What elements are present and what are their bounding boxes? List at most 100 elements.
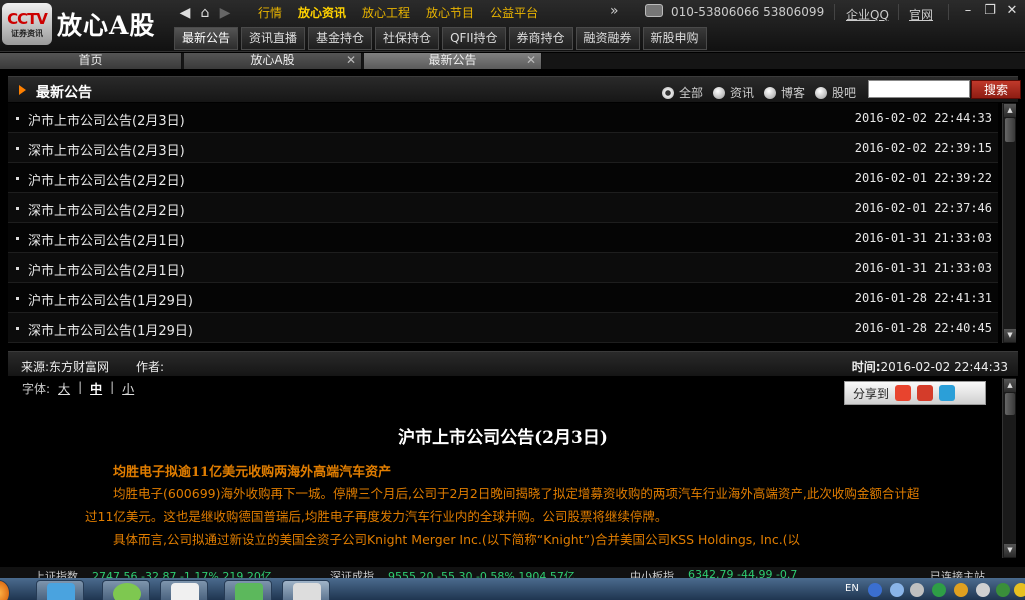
menu-item-project[interactable]: 放心工程 — [362, 4, 410, 21]
detail-header: 来源:东方财富网 作者: 时间:2016-02-02 22:44:33 — [8, 351, 1018, 376]
filter-forum[interactable]: 股吧 — [815, 84, 856, 101]
subtab-margin-trading[interactable]: 融资融券 — [575, 27, 640, 50]
filter-blog[interactable]: 博客 — [764, 84, 805, 101]
notice-title[interactable]: 沪市上市公司公告(2月2日) — [28, 170, 185, 189]
enterprise-qq-link[interactable]: 企业QQ — [846, 6, 889, 23]
start-button-icon[interactable] — [0, 580, 10, 600]
list-item[interactable]: 深市上市公司公告(1月29日) 2016-01-28 22:40:45 — [8, 313, 998, 343]
close-tab-icon[interactable]: ✕ — [346, 53, 356, 68]
cctv-logo: CCTV 证券资讯 — [2, 3, 52, 45]
font-size-large[interactable]: 大 — [58, 380, 70, 397]
taskbar-app[interactable] — [160, 580, 208, 600]
qzone-share-icon[interactable] — [939, 385, 956, 401]
taskbar-app-active[interactable] — [282, 580, 330, 600]
list-item[interactable]: 沪市上市公司公告(2月2日) 2016-02-01 22:39:22 — [8, 163, 998, 193]
radio-icon[interactable] — [764, 86, 777, 99]
filter-news[interactable]: 资讯 — [713, 84, 754, 101]
article-scrollbar[interactable]: ▲ ▼ — [1002, 378, 1016, 558]
page-tab-home[interactable]: 首页 — [0, 53, 182, 69]
search-input[interactable] — [868, 80, 970, 98]
list-item[interactable]: 深市上市公司公告(2月2日) 2016-02-01 22:37:46 — [8, 193, 998, 223]
main-menu: 行情 放心资讯 放心工程 放心节目 公益平台 — [258, 4, 554, 21]
subtab-news-live[interactable]: 资讯直播 — [241, 27, 306, 50]
article-author: 作者: — [136, 360, 165, 374]
cctv-app-icon — [293, 583, 321, 600]
notice-title[interactable]: 深市上市公司公告(1月29日) — [28, 320, 193, 339]
filter-all[interactable]: 全部 — [662, 84, 703, 101]
weibo-share-icon[interactable] — [895, 385, 912, 401]
font-size-medium[interactable]: 中 — [90, 380, 102, 397]
renren-share-icon[interactable] — [917, 385, 934, 401]
time-value: 2016-02-02 22:44:33 — [880, 360, 1008, 374]
radio-icon[interactable] — [662, 86, 674, 99]
notice-title[interactable]: 深市上市公司公告(2月1日) — [28, 230, 185, 249]
more-menu-icon[interactable]: » — [610, 3, 619, 19]
tray-icon[interactable] — [910, 583, 924, 597]
divider: | — [110, 380, 115, 394]
subtab-latest-notices[interactable]: 最新公告 — [174, 27, 239, 50]
subtab-broker-holdings[interactable]: 券商持仓 — [508, 27, 573, 50]
notice-title[interactable]: 深市上市公司公告(2月2日) — [28, 200, 185, 219]
close-tab-icon[interactable]: ✕ — [526, 53, 536, 68]
filter-label: 资讯 — [730, 86, 755, 100]
list-item[interactable]: 沪市上市公司公告(2月3日) 2016-02-02 22:44:33 — [8, 103, 998, 133]
tray-icon[interactable] — [890, 583, 904, 597]
help-icon[interactable] — [868, 583, 882, 597]
list-item[interactable]: 深市上市公司公告(2月1日) 2016-01-31 21:33:03 — [8, 223, 998, 253]
list-item[interactable]: 深市上市公司公告(2月3日) 2016-02-02 22:39:15 — [8, 133, 998, 163]
input-language[interactable]: EN — [845, 583, 859, 594]
scroll-down-arrow-icon[interactable]: ▼ — [1004, 329, 1016, 342]
official-site-link[interactable]: 官网 — [909, 6, 933, 23]
font-size-small[interactable]: 小 — [122, 380, 134, 397]
subtab-social-security-holdings[interactable]: 社保持仓 — [375, 27, 440, 50]
menu-item-quotes[interactable]: 行情 — [258, 4, 282, 21]
menu-item-news[interactable]: 放心资讯 — [298, 4, 346, 21]
scroll-thumb[interactable] — [1005, 118, 1015, 142]
restore-icon[interactable]: ❐ — [981, 3, 999, 19]
scroll-thumb[interactable] — [1005, 393, 1015, 415]
taskbar-app[interactable] — [36, 580, 84, 600]
list-item[interactable]: 沪市上市公司公告(2月1日) 2016-01-31 21:33:03 — [8, 253, 998, 283]
page-tab-label: 首页 — [78, 53, 103, 67]
article-subheading: 均胜电子拟逾11亿美元收购两海外高端汽车资产 — [113, 465, 392, 480]
os-taskbar: EN — [0, 578, 1025, 600]
subtab-ipo-subscription[interactable]: 新股申购 — [642, 27, 707, 50]
time-label: 时间: — [851, 360, 881, 374]
list-scrollbar[interactable]: ▲ ▼ — [1002, 103, 1016, 343]
radio-icon[interactable] — [815, 86, 828, 99]
close-icon[interactable]: ✕ — [1003, 3, 1021, 19]
filter-label: 全部 — [679, 86, 704, 100]
notice-title[interactable]: 沪市上市公司公告(1月29日) — [28, 290, 193, 309]
subtab-fund-holdings[interactable]: 基金持仓 — [308, 27, 373, 50]
notice-title[interactable]: 深市上市公司公告(2月3日) — [28, 140, 185, 159]
back-arrow-icon[interactable]: ◀ — [175, 3, 195, 23]
notice-title[interactable]: 沪市上市公司公告(2月3日) — [28, 110, 185, 129]
taskbar-app[interactable] — [102, 580, 150, 600]
page-tab-label: 最新公告 — [428, 53, 477, 67]
radio-icon[interactable] — [713, 86, 726, 99]
search-button[interactable]: 搜索 — [971, 80, 1021, 99]
page-tab-fangxin-a-shares[interactable]: 放心A股 ✕ — [184, 53, 362, 69]
page-tab-latest-notices[interactable]: 最新公告 ✕ — [364, 53, 542, 69]
divider — [948, 4, 949, 20]
menu-item-charity[interactable]: 公益平台 — [490, 4, 538, 21]
tray-icon[interactable] — [976, 583, 990, 597]
minimize-icon[interactable]: – — [959, 3, 977, 19]
tray-icon[interactable] — [996, 583, 1010, 597]
tray-icon[interactable] — [1014, 583, 1025, 597]
scroll-up-arrow-icon[interactable]: ▲ — [1004, 104, 1016, 117]
list-item[interactable]: 沪市上市公司公告(1月29日) 2016-01-28 22:41:31 — [8, 283, 998, 313]
scroll-up-arrow-icon[interactable]: ▲ — [1004, 379, 1016, 392]
scroll-down-arrow-icon[interactable]: ▼ — [1004, 544, 1016, 557]
home-icon[interactable]: ⌂ — [195, 3, 215, 23]
menu-item-programs[interactable]: 放心节目 — [426, 4, 474, 21]
filter-radios: 全部 资讯 博客 股吧 — [662, 84, 866, 101]
forward-arrow-icon[interactable]: ▶ — [215, 3, 235, 23]
notice-title[interactable]: 沪市上市公司公告(2月1日) — [28, 260, 185, 279]
notice-time: 2016-02-02 22:44:33 — [854, 111, 992, 125]
tray-icon[interactable] — [932, 583, 946, 597]
subtab-qfii-holdings[interactable]: QFII持仓 — [442, 27, 506, 50]
tray-icon[interactable] — [954, 583, 968, 597]
bullet-icon — [16, 267, 19, 270]
taskbar-app[interactable] — [224, 580, 272, 600]
